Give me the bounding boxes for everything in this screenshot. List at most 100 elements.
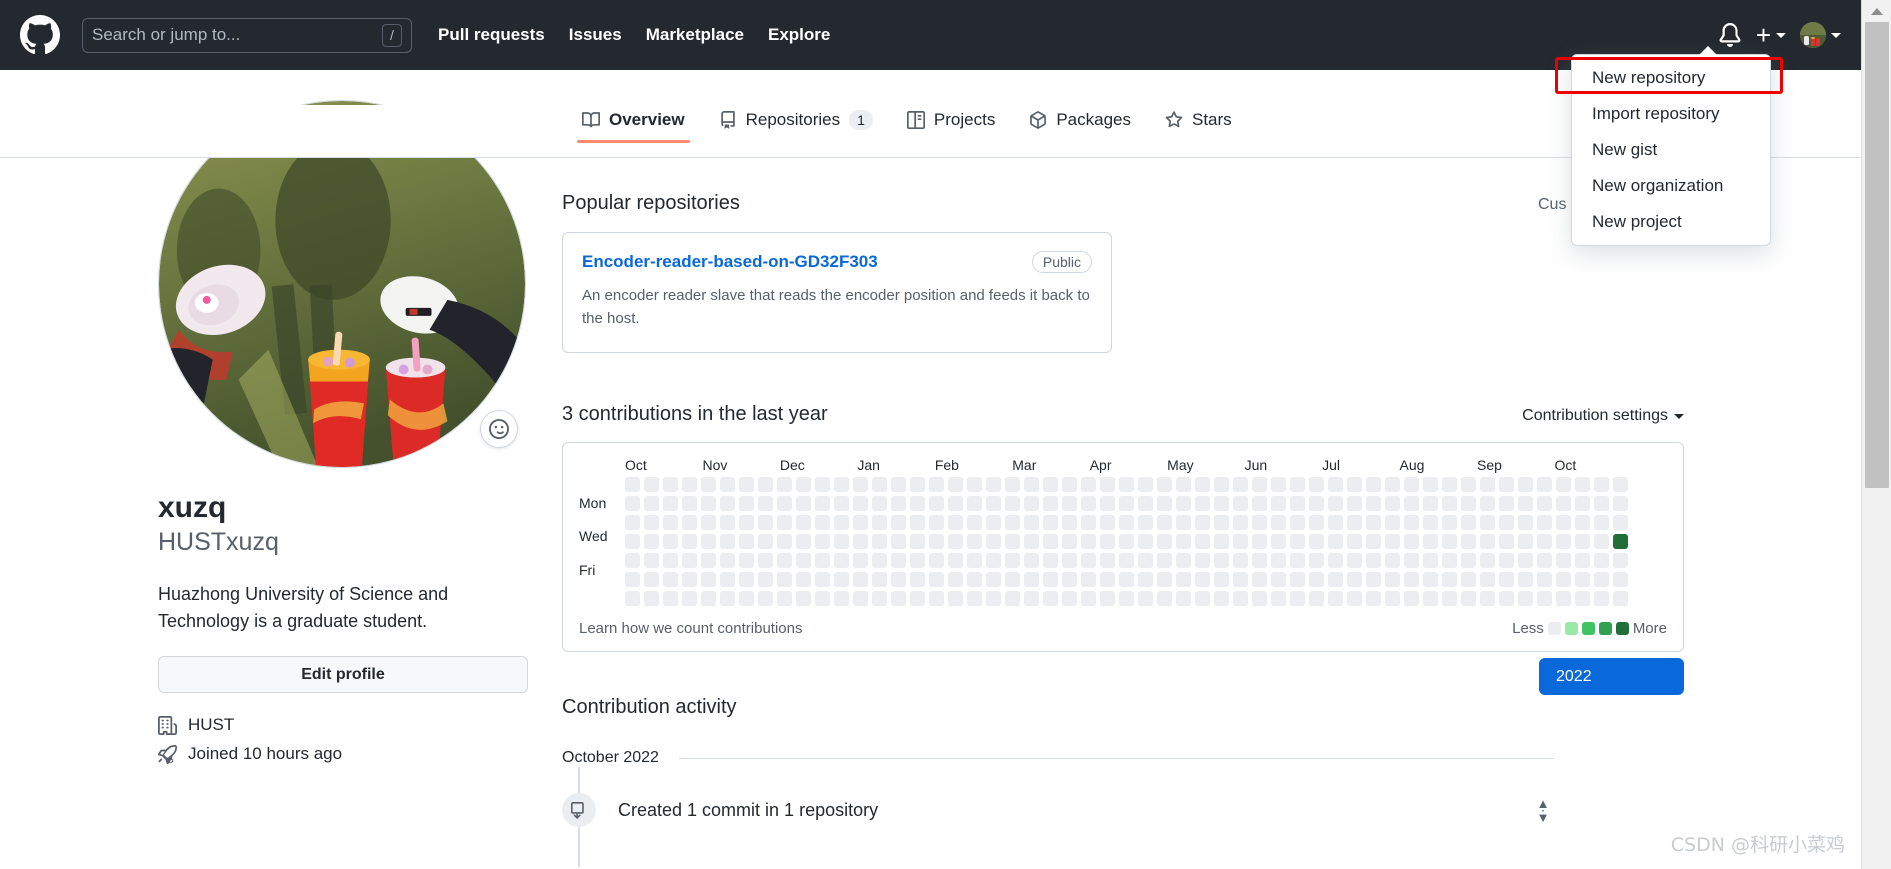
contribution-cell[interactable]: [853, 553, 868, 568]
contribution-cell[interactable]: [853, 591, 868, 606]
contribution-cell[interactable]: [1176, 572, 1191, 587]
contribution-cell[interactable]: [986, 553, 1001, 568]
contribution-cell[interactable]: [1594, 591, 1609, 606]
contribution-cell[interactable]: [1594, 553, 1609, 568]
contribution-cell[interactable]: [910, 572, 925, 587]
contribution-cell[interactable]: [1233, 496, 1248, 511]
account-menu-button[interactable]: [1800, 22, 1841, 48]
contribution-cell[interactable]: [1195, 553, 1210, 568]
contribution-cell[interactable]: [1556, 591, 1571, 606]
contribution-cell[interactable]: [910, 591, 925, 606]
contribution-cell[interactable]: [986, 477, 1001, 492]
contribution-cell[interactable]: [720, 591, 735, 606]
contribution-cell[interactable]: [777, 534, 792, 549]
contribution-cell[interactable]: [1043, 515, 1058, 530]
contribution-cell[interactable]: [1366, 477, 1381, 492]
contribution-cell[interactable]: [701, 553, 716, 568]
contribution-cell[interactable]: [682, 477, 697, 492]
contribution-cell[interactable]: [853, 477, 868, 492]
contribution-cell[interactable]: [1594, 477, 1609, 492]
contribution-cell[interactable]: [1480, 553, 1495, 568]
contribution-cell[interactable]: [701, 591, 716, 606]
contribution-cell[interactable]: [1594, 572, 1609, 587]
contribution-cell[interactable]: [625, 515, 640, 530]
contribution-cell[interactable]: [834, 591, 849, 606]
contribution-cell[interactable]: [1024, 553, 1039, 568]
contribution-cell[interactable]: [1461, 534, 1476, 549]
contribution-cell[interactable]: [1290, 515, 1305, 530]
contribution-cell[interactable]: [1271, 553, 1286, 568]
contribution-cell[interactable]: [815, 496, 830, 511]
contribution-cell[interactable]: [986, 534, 1001, 549]
tab-packages[interactable]: Packages: [1012, 105, 1148, 143]
contribution-cell[interactable]: [758, 534, 773, 549]
tab-projects[interactable]: Projects: [890, 105, 1012, 143]
contribution-cell[interactable]: [1575, 591, 1590, 606]
contribution-cell[interactable]: [1499, 515, 1514, 530]
profile-meta-organization[interactable]: HUST: [158, 715, 528, 735]
set-status-smiley-icon[interactable]: [480, 410, 518, 448]
contribution-cell[interactable]: [720, 534, 735, 549]
contribution-cell[interactable]: [1328, 496, 1343, 511]
contribution-cell[interactable]: [777, 496, 792, 511]
contribution-cell[interactable]: [948, 591, 963, 606]
contribution-cell[interactable]: [758, 496, 773, 511]
contribution-cell[interactable]: [1081, 477, 1096, 492]
contribution-cell[interactable]: [1328, 553, 1343, 568]
contribution-cell[interactable]: [967, 534, 982, 549]
contribution-cell[interactable]: [1328, 534, 1343, 549]
contribution-cell[interactable]: [758, 477, 773, 492]
contribution-cell[interactable]: [720, 553, 735, 568]
contribution-cell[interactable]: [663, 553, 678, 568]
contribution-cell[interactable]: [1499, 477, 1514, 492]
contribution-cell[interactable]: [1480, 534, 1495, 549]
contribution-cell[interactable]: [834, 477, 849, 492]
contribution-cell[interactable]: [929, 572, 944, 587]
github-mark-icon[interactable]: [20, 15, 60, 55]
contribution-cell[interactable]: [1366, 496, 1381, 511]
contribution-cell[interactable]: [1461, 515, 1476, 530]
contribution-cell[interactable]: [1461, 496, 1476, 511]
contribution-cell[interactable]: [815, 553, 830, 568]
contribution-cell[interactable]: [1423, 477, 1438, 492]
contribution-cell[interactable]: [1290, 477, 1305, 492]
search-input[interactable]: Search or jump to... /: [82, 17, 412, 53]
contribution-cell[interactable]: [1499, 496, 1514, 511]
contribution-cell[interactable]: [1233, 534, 1248, 549]
contribution-cell[interactable]: [1404, 572, 1419, 587]
contribution-cell[interactable]: [853, 572, 868, 587]
contribution-cell[interactable]: [1233, 515, 1248, 530]
contribution-cell[interactable]: [929, 591, 944, 606]
contribution-cell[interactable]: [1499, 534, 1514, 549]
contribution-cell[interactable]: [1556, 572, 1571, 587]
contribution-cell[interactable]: [1366, 515, 1381, 530]
contribution-cell[interactable]: [1556, 477, 1571, 492]
contribution-cell[interactable]: [739, 591, 754, 606]
contribution-cell[interactable]: [1328, 515, 1343, 530]
contribution-cell[interactable]: [872, 496, 887, 511]
contribution-cell[interactable]: [625, 591, 640, 606]
contribution-cell[interactable]: [1461, 553, 1476, 568]
contribution-cell[interactable]: [967, 591, 982, 606]
contribution-cell[interactable]: [644, 534, 659, 549]
contribution-cell[interactable]: [815, 591, 830, 606]
contribution-cell[interactable]: [1613, 496, 1628, 511]
contribution-cell[interactable]: [891, 591, 906, 606]
contribution-cell[interactable]: [1062, 515, 1077, 530]
contribution-cell[interactable]: [777, 553, 792, 568]
contribution-cell[interactable]: [1119, 553, 1134, 568]
contribution-cell[interactable]: [796, 534, 811, 549]
contribution-cell[interactable]: [1480, 572, 1495, 587]
contribution-cell[interactable]: [1043, 477, 1058, 492]
contribution-cell[interactable]: [1252, 534, 1267, 549]
contribution-cell[interactable]: [796, 572, 811, 587]
activity-expand-toggle[interactable]: ▲ ⋮ ▼: [1534, 797, 1552, 824]
contribution-cell[interactable]: [1214, 534, 1229, 549]
contribution-cell[interactable]: [1214, 572, 1229, 587]
contribution-cell[interactable]: [891, 572, 906, 587]
contribution-cell[interactable]: [1423, 496, 1438, 511]
scrollbar-up-button[interactable]: [1862, 0, 1891, 22]
contribution-cell[interactable]: [758, 572, 773, 587]
contribution-cell[interactable]: [1480, 477, 1495, 492]
contribution-cell[interactable]: [986, 515, 1001, 530]
